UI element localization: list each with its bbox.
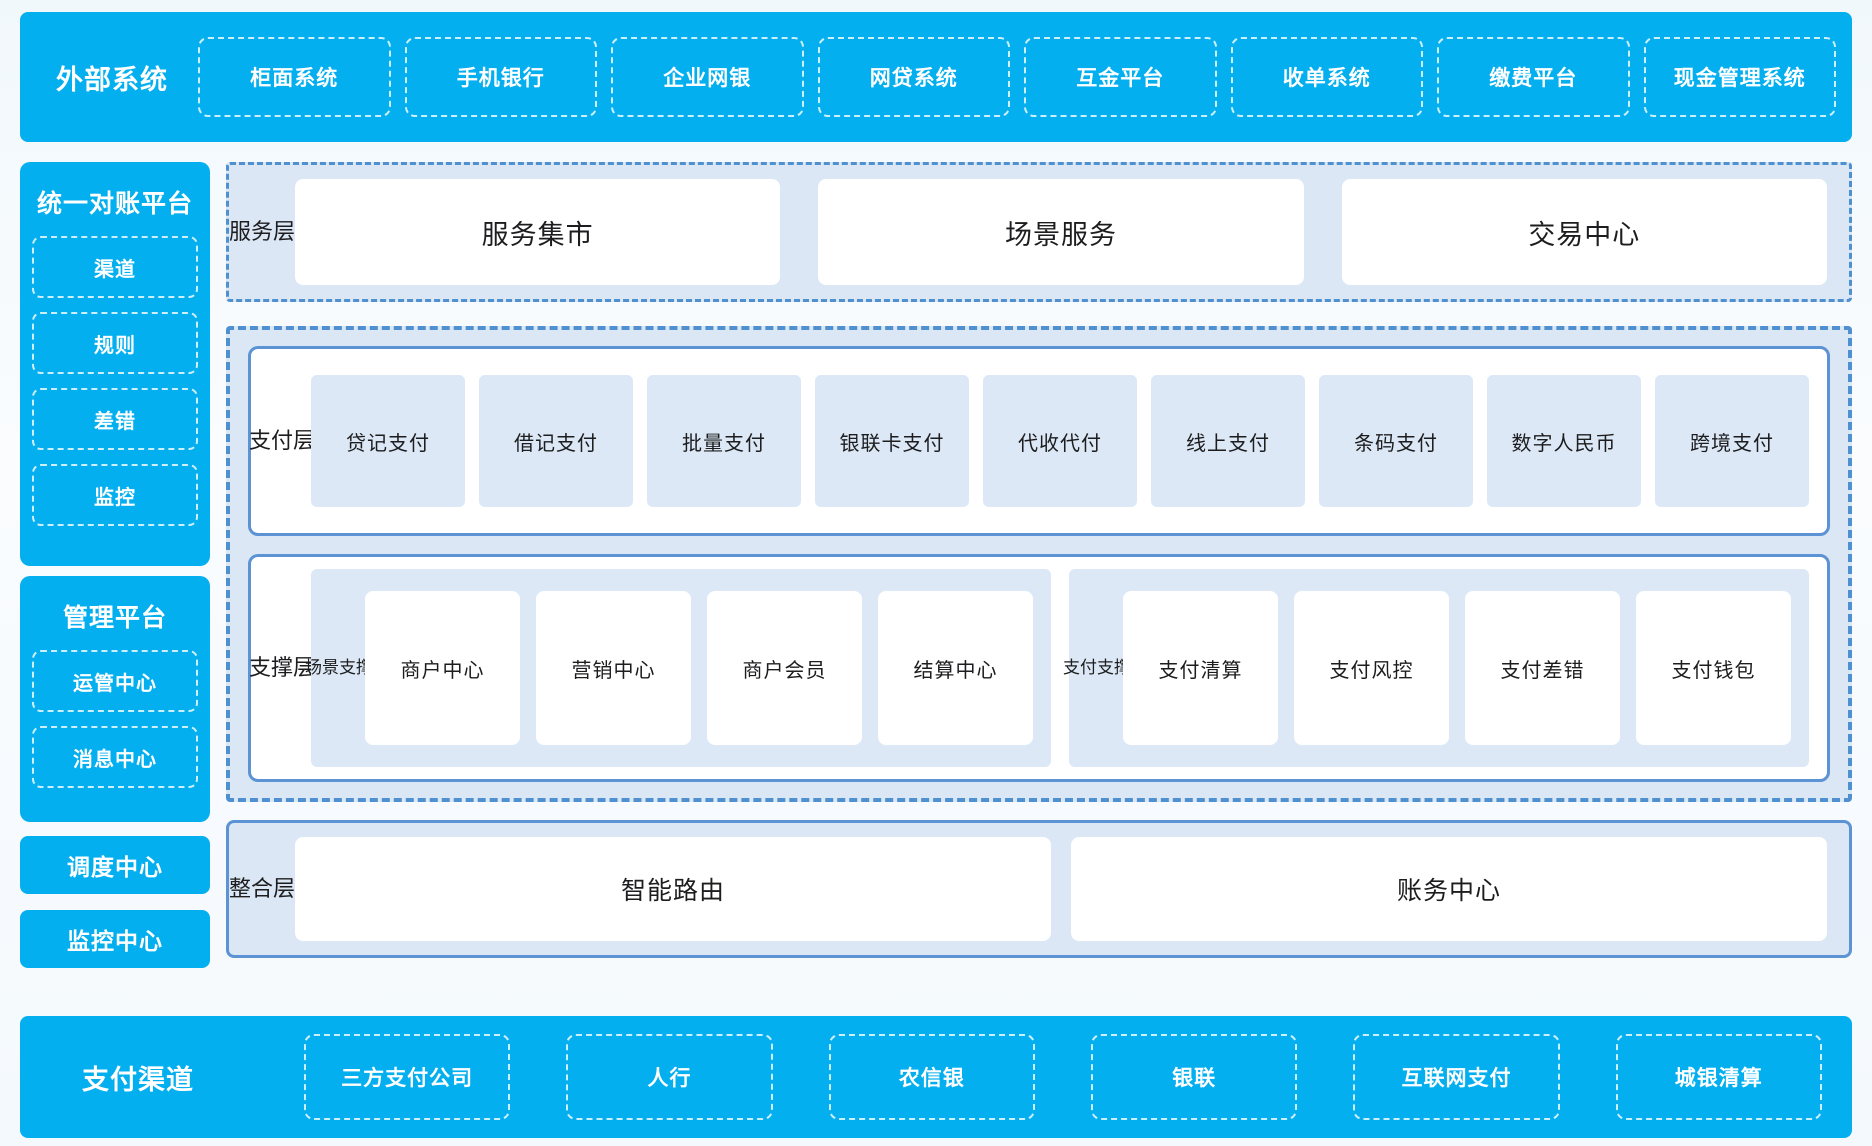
marketing-center-box: 营销中心 [536,591,691,745]
reconciliation-item: 监控 [32,464,198,526]
main-layers-column: 服务层 服务集市 场景服务 交易中心 支付层 贷记支付 借记支付 批量支付 银联… [226,162,1852,958]
integration-layer-boxes: 智能路由 账务中心 [295,837,1827,941]
service-layer-boxes: 服务集市 场景服务 交易中心 [295,179,1827,285]
service-layer: 服务层 服务集市 场景服务 交易中心 [226,162,1852,302]
scenario-support-label: 场景支撑 [325,591,353,745]
management-items: 运管中心 消息中心 [32,650,198,788]
external-systems-label: 外部系统 [20,58,186,97]
scenario-support-tiles: 商户中心 营销中心 商户会员 结算中心 [365,591,1033,745]
management-item: 运管中心 [32,650,198,712]
core-layers-container: 支付层 贷记支付 借记支付 批量支付 银联卡支付 代收代付 线上支付 条码支付 … [226,326,1852,802]
payment-channels-bar: 支付渠道 三方支付公司 人行 农信银 银联 互联网支付 城银清算 [20,1016,1852,1138]
accounting-center-box: 账务中心 [1071,837,1827,941]
payment-channel-box: 三方支付公司 [304,1034,510,1120]
payment-channel-box: 银联 [1091,1034,1297,1120]
payment-tile: 银联卡支付 [815,375,969,507]
reconciliation-platform-block: 统一对账平台 渠道 规则 差错 监控 [20,162,210,566]
payment-architecture-diagram: 外部系统 柜面系统 手机银行 企业网银 网贷系统 互金平台 收单系统 缴费平台 … [0,0,1872,1146]
integration-layer: 整合层 智能路由 账务中心 [226,820,1852,958]
payment-channels-items: 三方支付公司 人行 农信银 银联 互联网支付 城银清算 [214,1034,1852,1120]
management-item: 消息中心 [32,726,198,788]
payment-support-tiles: 支付清算 支付风控 支付差错 支付钱包 [1123,591,1791,745]
integration-layer-label: 整合层 [241,837,283,941]
payment-tile: 线上支付 [1151,375,1305,507]
service-layer-label: 服务层 [241,179,283,285]
payment-error-box: 支付差错 [1465,591,1620,745]
payment-channel-box: 人行 [566,1034,772,1120]
dispatch-center-box: 调度中心 [20,836,210,894]
reconciliation-item: 差错 [32,388,198,450]
reconciliation-item: 渠道 [32,236,198,298]
payment-layer: 支付层 贷记支付 借记支付 批量支付 银联卡支付 代收代付 线上支付 条码支付 … [248,346,1830,536]
external-system-box: 互金平台 [1024,37,1217,117]
payment-channels-label: 支付渠道 [20,1058,214,1097]
payment-risk-box: 支付风控 [1294,591,1449,745]
payment-channel-box: 农信银 [829,1034,1035,1120]
external-system-box: 柜面系统 [198,37,391,117]
settlement-center-box: 结算中心 [878,591,1033,745]
payment-support-group: 支付支撑 支付清算 支付风控 支付差错 支付钱包 [1069,569,1809,767]
external-system-box: 手机银行 [405,37,598,117]
reconciliation-items: 渠道 规则 差错 监控 [32,236,198,526]
payment-layer-tiles: 贷记支付 借记支付 批量支付 银联卡支付 代收代付 线上支付 条码支付 数字人民… [311,361,1809,521]
payment-support-label: 支付支撑 [1083,591,1111,745]
smart-routing-box: 智能路由 [295,837,1051,941]
payment-tile: 批量支付 [647,375,801,507]
payment-tile: 条码支付 [1319,375,1473,507]
payment-clearing-box: 支付清算 [1123,591,1278,745]
external-system-box: 收单系统 [1231,37,1424,117]
management-platform-block: 管理平台 运管中心 消息中心 [20,576,210,822]
scenario-support-group: 场景支撑 商户中心 营销中心 商户会员 结算中心 [311,569,1051,767]
payment-tile: 数字人民币 [1487,375,1641,507]
payment-tile: 跨境支付 [1655,375,1809,507]
transaction-center-box: 交易中心 [1342,179,1827,285]
reconciliation-item: 规则 [32,312,198,374]
payment-layer-label: 支付层 [261,361,303,521]
payment-wallet-box: 支付钱包 [1636,591,1791,745]
payment-tile: 贷记支付 [311,375,465,507]
external-system-box: 现金管理系统 [1644,37,1837,117]
service-market-box: 服务集市 [295,179,780,285]
merchant-center-box: 商户中心 [365,591,520,745]
support-layer-groups: 场景支撑 商户中心 营销中心 商户会员 结算中心 支付支撑 支付清算 [311,569,1809,767]
scenario-service-box: 场景服务 [818,179,1303,285]
external-system-box: 缴费平台 [1437,37,1630,117]
external-system-box: 网贷系统 [818,37,1011,117]
merchant-member-box: 商户会员 [707,591,862,745]
support-layer-label: 支撑层 [261,569,303,767]
payment-channel-box: 互联网支付 [1353,1034,1559,1120]
management-platform-title: 管理平台 [32,588,198,650]
payment-tile: 借记支付 [479,375,633,507]
payment-channel-box: 城银清算 [1616,1034,1822,1120]
payment-tile: 代收代付 [983,375,1137,507]
monitor-center-box: 监控中心 [20,910,210,968]
external-system-box: 企业网银 [611,37,804,117]
external-systems-bar: 外部系统 柜面系统 手机银行 企业网银 网贷系统 互金平台 收单系统 缴费平台 … [20,12,1852,142]
reconciliation-platform-title: 统一对账平台 [32,174,198,236]
middle-region: 统一对账平台 渠道 规则 差错 监控 管理平台 运管中心 消息中心 调度中心 监… [20,162,1852,978]
support-layer: 支撑层 场景支撑 商户中心 营销中心 商户会员 结算中心 [248,554,1830,782]
external-systems-items: 柜面系统 手机银行 企业网银 网贷系统 互金平台 收单系统 缴费平台 现金管理系… [186,37,1852,117]
left-sidebar: 统一对账平台 渠道 规则 差错 监控 管理平台 运管中心 消息中心 调度中心 监… [20,162,210,968]
